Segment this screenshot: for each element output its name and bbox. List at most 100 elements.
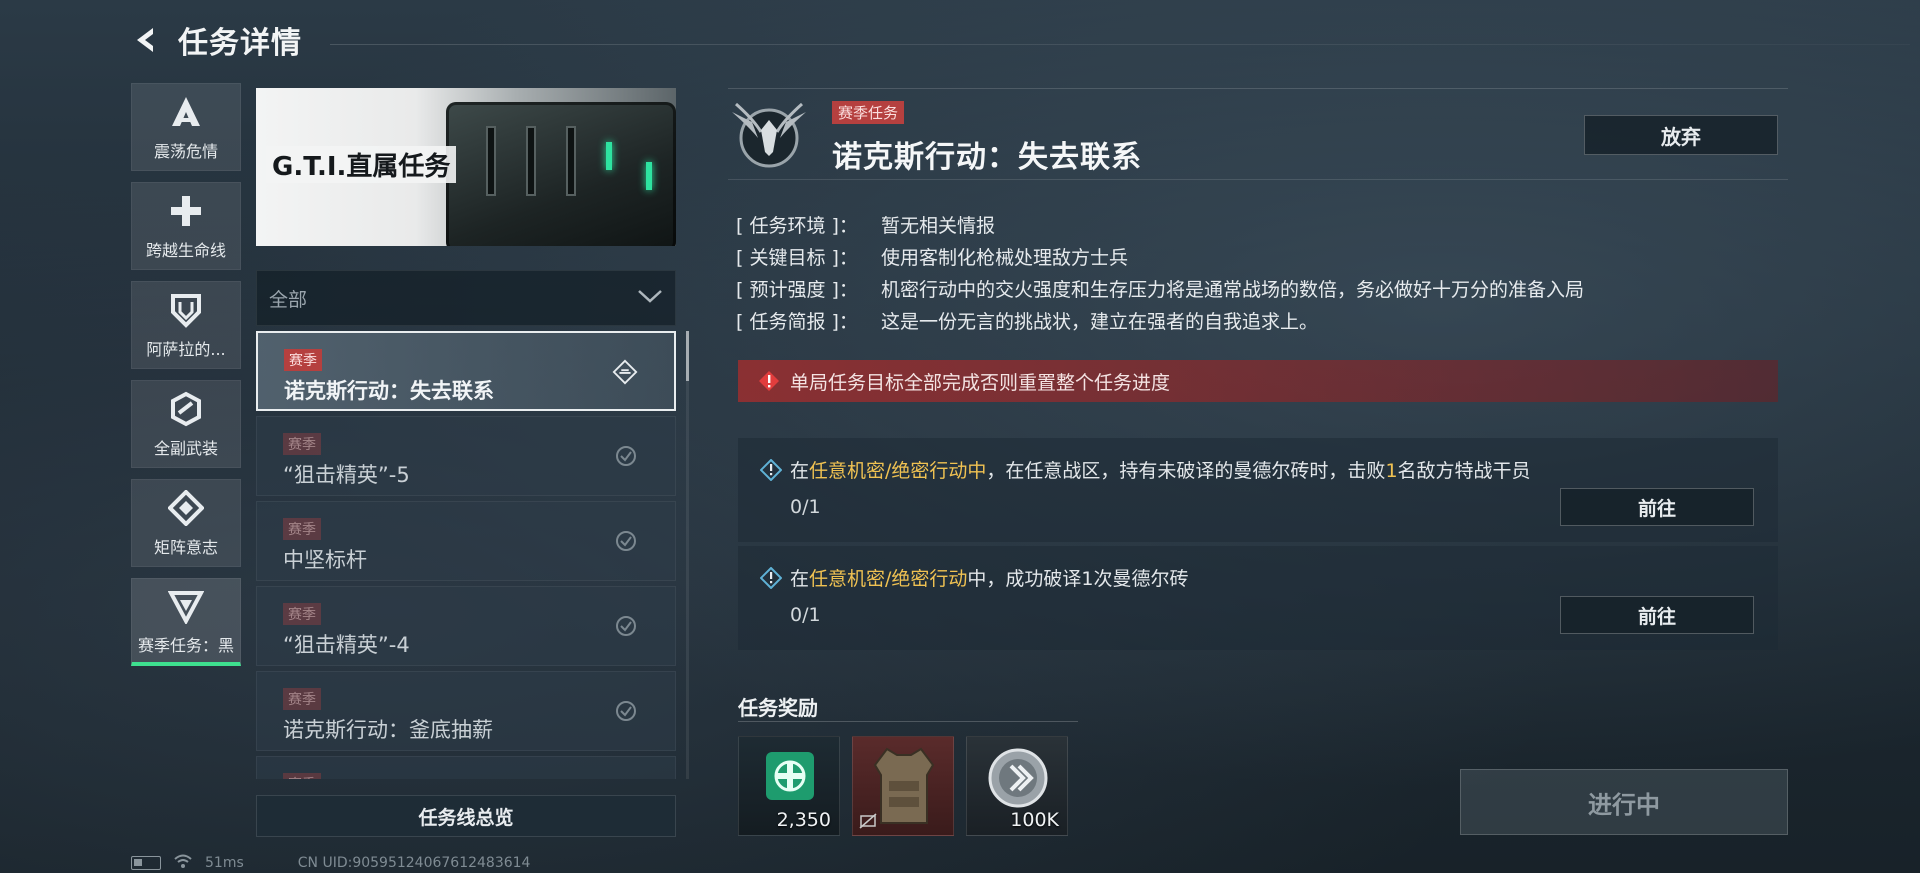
objective-text-part: 在 [790, 460, 810, 482]
list-item[interactable]: 赛季 [256, 756, 676, 779]
objective-text-part: 名敌方特战干员 [1397, 460, 1531, 482]
sidebar-item-2[interactable]: 阿萨拉的... [131, 281, 241, 369]
goto-button[interactable]: 前往 [1560, 596, 1754, 634]
sidebar-item-label: 震荡危情 [153, 142, 218, 161]
objective-item: 在任意机密/绝密行动中，在任意战区，持有未破译的曼德尔砖时，击败1名敌方特战干员… [738, 438, 1778, 542]
check-icon [613, 698, 639, 724]
info-key: [ 关键目标 ]： [736, 246, 858, 269]
objective-progress: 0/1 [790, 496, 821, 518]
page-title: 任务详情 [178, 26, 302, 61]
g-triangle-icon [166, 586, 206, 626]
info-value: 机密行动中的交火强度和生存压力将是通常战场的数倍，务必做好十万分的准备入局 [881, 278, 1585, 301]
hexagon-icon [166, 389, 206, 429]
quest-filter-dropdown[interactable]: 全部 [256, 270, 676, 326]
abandon-button[interactable]: 放弃 [1584, 115, 1778, 155]
objective-text: 在任意机密/绝密行动中，成功破译1次曼德尔砖 [760, 564, 1189, 591]
detail-divider [728, 88, 1788, 89]
info-row-intensity: [ 预计强度 ]： 机密行动中的交火强度和生存压力将是通常战场的数倍，务必做好十… [736, 272, 1796, 304]
check-icon [613, 443, 639, 469]
a-triangle-icon [166, 92, 206, 132]
objective-text-part: ，在任意战区，持有未破译的曼德尔砖时，击败 [986, 460, 1386, 482]
season-badge: 赛季 [283, 518, 321, 540]
battery-icon [131, 856, 161, 870]
category-sidebar: 震荡危情 跨越生命线 阿萨拉的... 全副武装 矩阵意志 赛季任务：黑 [131, 83, 241, 677]
banner-title: G.T.I.直属任务 [266, 146, 457, 183]
uid-text: CN UID:905951240676124836​14 [297, 855, 531, 871]
reward-quantity: 100K [1010, 809, 1059, 831]
sidebar-item-4[interactable]: 矩阵意志 [131, 479, 241, 567]
eagle-emblem-icon [728, 98, 810, 172]
quest-name: 诺克斯行动：失去联系 [284, 379, 494, 403]
reward-item[interactable]: 100K [966, 736, 1068, 836]
info-key: [ 预计强度 ]： [736, 278, 858, 301]
objective-text: 在任意机密/绝密行动中，在任意战区，持有未破译的曼德尔砖时，击败1名敌方特战干员 [760, 456, 1531, 483]
chevron-down-icon [637, 288, 663, 308]
quest-name: 中坚标杆 [283, 548, 367, 572]
sidebar-item-1[interactable]: 跨越生命线 [131, 182, 241, 270]
goto-button[interactable]: 前往 [1560, 488, 1754, 526]
objective-text-part: 在 [790, 568, 810, 590]
exp-badge-icon [766, 752, 814, 800]
quest-name: 诺克斯行动：釜底抽薪 [283, 718, 493, 742]
cross-icon [166, 191, 206, 231]
questline-banner[interactable]: G.T.I.直属任务 [256, 88, 676, 246]
header: 任务详情 [128, 18, 302, 62]
shield-icon [166, 290, 206, 330]
filter-selected-value: 全部 [269, 288, 308, 311]
untradable-icon [859, 813, 877, 829]
objective-text-part: 中，成功破译1次曼德尔砖 [967, 568, 1189, 590]
rewards-divider [738, 721, 1078, 722]
quest-name: “狙击精英”-5 [283, 463, 410, 487]
quest-title: 诺克斯行动：失去联系 [832, 140, 1142, 175]
reward-item[interactable] [852, 736, 954, 836]
list-item[interactable]: 赛季 “狙击精英”-5 [256, 416, 676, 496]
check-icon [613, 613, 639, 639]
detail-divider [728, 179, 1788, 180]
info-value: 这是一份无言的挑战状，建立在强者的自我追求上。 [881, 310, 1319, 333]
list-item[interactable]: 赛季 “狙击精英”-4 [256, 586, 676, 666]
body-armor-icon [873, 747, 935, 824]
info-row-briefing: [ 任务简报 ]： 这是一份无言的挑战状，建立在强者的自我追求上。 [736, 304, 1796, 336]
season-badge: 赛季 [284, 349, 322, 371]
quest-info: [ 任务环境 ]： 暂无相关情报 [ 关键目标 ]： 使用客制化枪械处理敌方士兵… [736, 208, 1796, 336]
back-arrow-icon[interactable] [128, 22, 164, 58]
objective-item: 在任意机密/绝密行动中，成功破译1次曼德尔砖 0/1 前往 [738, 546, 1778, 650]
info-value: 暂无相关情报 [881, 214, 996, 237]
objective-highlight: 任意机密/绝密行动 [809, 568, 968, 590]
reward-item[interactable]: 2,350 [738, 736, 840, 836]
objective-progress: 0/1 [790, 604, 821, 626]
sidebar-item-label: 跨越生命线 [145, 241, 226, 260]
season-quest-badge: 赛季任务 [832, 101, 905, 124]
quest-list-scrollbar[interactable] [686, 331, 689, 779]
info-key: [ 任务简报 ]： [736, 310, 858, 333]
in-progress-icon [612, 359, 638, 385]
check-icon [613, 528, 639, 554]
season-badge: 赛季 [283, 773, 321, 779]
sidebar-item-5[interactable]: 赛季任务：黑 [131, 578, 241, 666]
ping-value: 51ms [205, 855, 244, 871]
scrollbar-thumb[interactable] [686, 331, 689, 381]
objective-highlight: 1 [1385, 460, 1398, 482]
info-value: 使用客制化枪械处理敌方士兵 [881, 246, 1129, 269]
info-diamond-icon [760, 566, 782, 589]
reward-quantity: 2,350 [776, 809, 831, 831]
quest-name: “狙击精英”-4 [283, 633, 410, 657]
wifi-icon [173, 853, 193, 873]
list-item[interactable]: 赛季 中坚标杆 [256, 501, 676, 581]
coin-icon [988, 748, 1048, 808]
info-row-key-target: [ 关键目标 ]： 使用客制化枪械处理敌方士兵 [736, 240, 1796, 272]
status-bar: 51ms CN UID:905951240676124836​14 [131, 854, 530, 872]
rewards-title: 任务奖励 [738, 696, 818, 720]
season-badge: 赛季 [283, 688, 321, 710]
list-item[interactable]: 赛季 诺克斯行动：釜底抽薪 [256, 671, 676, 751]
sidebar-item-0[interactable]: 震荡危情 [131, 83, 241, 171]
questline-overview-button[interactable]: 任务线总览 [256, 795, 676, 837]
sidebar-item-3[interactable]: 全副武装 [131, 380, 241, 468]
season-badge: 赛季 [283, 603, 321, 625]
objective-highlight: 任意机密/绝密行动中 [809, 460, 987, 482]
list-item[interactable]: 赛季 诺克斯行动：失去联系 [256, 331, 676, 411]
sidebar-item-label: 阿萨拉的... [146, 340, 226, 359]
header-divider [330, 44, 1910, 45]
quest-list: 赛季 诺克斯行动：失去联系 赛季 “狙击精英”-5 赛季 中坚标杆 赛季 “狙击… [256, 331, 676, 779]
info-diamond-icon [760, 458, 782, 481]
